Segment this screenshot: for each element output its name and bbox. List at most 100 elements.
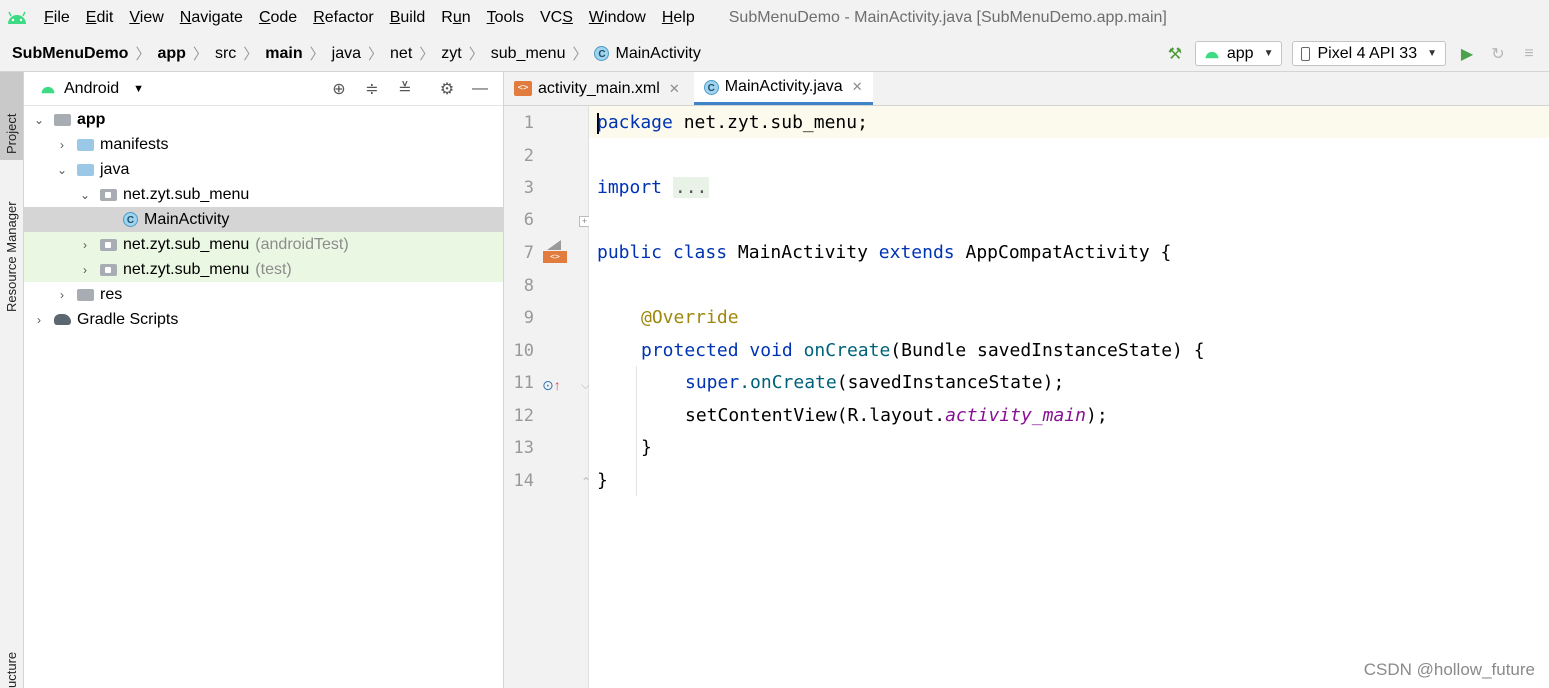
menu-item[interactable]: Navigate bbox=[172, 9, 251, 27]
locate-target-icon[interactable]: ⊕ bbox=[326, 79, 352, 99]
code-editor[interactable]: package net.zyt.sub_menu; import ... pub… bbox=[589, 106, 1549, 688]
line-number: 8 bbox=[523, 276, 534, 296]
run-config-selector[interactable]: app ▼ bbox=[1194, 41, 1283, 66]
menu-item[interactable]: View bbox=[121, 9, 171, 27]
hide-panel-icon[interactable]: — bbox=[467, 80, 493, 98]
menu-item-mnemonic: S bbox=[562, 9, 573, 26]
run-icon[interactable]: ▶ bbox=[1456, 43, 1478, 65]
folder-icon bbox=[77, 163, 94, 176]
code-keyword: class bbox=[672, 242, 728, 263]
tree-item-manifests[interactable]: › manifests bbox=[24, 132, 503, 157]
chevron-right-icon[interactable]: › bbox=[55, 138, 69, 152]
menu-item-mnemonic: E bbox=[85, 9, 97, 26]
chevron-right-icon[interactable]: › bbox=[78, 263, 92, 277]
menu-item[interactable]: Window bbox=[581, 9, 654, 27]
code-text: AppCompatActivity { bbox=[954, 242, 1172, 263]
resource-manager-tool-tab-label: Resource Manager bbox=[4, 201, 19, 312]
tree-item-package-test[interactable]: › net.zyt.sub_menu (test) bbox=[24, 257, 503, 282]
code-annotation: @Override bbox=[641, 307, 739, 328]
project-tree: ⌄ app › manifests ⌄ java ⌄ net.zyt.sub_m… bbox=[24, 106, 503, 332]
related-layout-icon[interactable]: <> bbox=[543, 240, 567, 264]
menu-item[interactable]: Build bbox=[382, 9, 434, 27]
breadcrumb-separator: 〉 bbox=[309, 46, 325, 63]
tree-item-gradle-scripts[interactable]: › Gradle Scripts bbox=[24, 307, 503, 332]
menu-item[interactable]: VCS bbox=[532, 9, 581, 27]
tree-item-app[interactable]: ⌄ app bbox=[24, 107, 503, 132]
breadcrumb-net[interactable]: net bbox=[390, 45, 412, 63]
menu-item-text: elp bbox=[673, 9, 695, 26]
tree-item-package-android-test[interactable]: › net.zyt.sub_menu (androidTest) bbox=[24, 232, 503, 257]
navigation-bar: SubMenuDemo 〉 app 〉 src 〉 main 〉 java 〉 net 〉 … bbox=[0, 36, 1549, 72]
menu-item[interactable]: Refactor bbox=[305, 9, 381, 27]
code-keyword: protected bbox=[641, 340, 739, 361]
apply-code-changes-icon[interactable]: ≡ bbox=[1518, 43, 1540, 65]
line-number: 1 bbox=[523, 113, 534, 133]
breadcrumb-zyt[interactable]: zyt bbox=[441, 45, 461, 63]
tab-activity-main-xml[interactable]: <> activity_main.xml ✕ bbox=[504, 72, 690, 105]
window-title: SubMenuDemo - MainActivity.java [SubMenu… bbox=[728, 9, 1167, 26]
chevron-down-icon[interactable]: ⌄ bbox=[32, 113, 46, 127]
tree-item-java[interactable]: ⌄ java bbox=[24, 157, 503, 182]
breadcrumb-main[interactable]: main bbox=[265, 45, 302, 63]
structure-tool-tab[interactable]: ucture bbox=[0, 644, 23, 688]
project-tool-tab-label: Project bbox=[4, 113, 19, 154]
tree-item-main-activity[interactable]: C MainActivity bbox=[24, 207, 503, 232]
breadcrumb-java[interactable]: java bbox=[332, 45, 361, 63]
chevron-down-icon[interactable]: ⌄ bbox=[55, 163, 69, 177]
tree-item-suffix: (test) bbox=[255, 260, 292, 278]
code-text: } bbox=[597, 470, 608, 491]
code-keyword: import bbox=[597, 177, 663, 198]
project-tool-tab[interactable]: Project bbox=[0, 72, 23, 160]
close-icon[interactable]: ✕ bbox=[669, 81, 680, 97]
breadcrumb-module[interactable]: app bbox=[157, 45, 185, 63]
tree-item-label: net.zyt.sub_menu bbox=[123, 260, 250, 278]
apply-changes-icon[interactable]: ↻ bbox=[1487, 43, 1509, 65]
line-number: 11 bbox=[513, 373, 534, 393]
package-icon bbox=[100, 263, 117, 276]
menu-item-mnemonic: W bbox=[588, 9, 605, 26]
left-tool-stripe: Project Resource Manager ucture bbox=[0, 72, 24, 688]
collapse-all-icon[interactable]: ≚ bbox=[392, 79, 418, 99]
tab-main-activity-java[interactable]: C MainActivity.java ✕ bbox=[693, 72, 873, 105]
close-icon[interactable]: ✕ bbox=[852, 79, 863, 95]
class-icon: C bbox=[594, 46, 610, 61]
tree-item-suffix: (androidTest) bbox=[255, 235, 349, 253]
project-view-mode[interactable]: Android bbox=[64, 80, 119, 98]
breadcrumb-main-activity[interactable]: C MainActivity bbox=[594, 44, 701, 63]
chevron-right-icon[interactable]: › bbox=[32, 313, 46, 327]
tree-item-package-main[interactable]: ⌄ net.zyt.sub_menu bbox=[24, 182, 503, 207]
editor-gutter: 1 2 3 6 7 8 9 10 11 12 13 14 + <> ⊙↑ ⌵ ⌃ bbox=[504, 106, 591, 688]
breadcrumb-sub-menu[interactable]: sub_menu bbox=[491, 45, 566, 63]
menu-item-text: ools bbox=[494, 9, 524, 26]
expand-all-icon[interactable]: ≑ bbox=[359, 79, 385, 99]
menu-item[interactable]: File bbox=[36, 9, 78, 27]
menu-item[interactable]: Edit bbox=[78, 9, 122, 27]
build-hammer-icon[interactable]: ⚒ bbox=[1164, 43, 1186, 65]
resource-manager-tool-tab[interactable]: Resource Manager bbox=[0, 172, 23, 312]
line-number: 7 bbox=[523, 243, 534, 263]
breadcrumb-separator: 〉 bbox=[135, 46, 151, 63]
tree-item-res[interactable]: › res bbox=[24, 282, 503, 307]
gear-icon[interactable]: ⚙ bbox=[434, 79, 460, 99]
chevron-right-icon[interactable]: › bbox=[55, 288, 69, 302]
chevron-down-icon[interactable]: ▼ bbox=[133, 83, 144, 95]
menu-item[interactable]: Tools bbox=[479, 9, 532, 27]
project-panel: Android ▼ ⊕ ≑ ≚ ⚙ — ⌄ app › manifests ⌄ … bbox=[24, 72, 504, 688]
menu-item[interactable]: Help bbox=[654, 9, 703, 27]
breadcrumb-project[interactable]: SubMenuDemo bbox=[12, 45, 128, 63]
breadcrumb-src[interactable]: src bbox=[215, 45, 236, 63]
overrides-method-icon[interactable]: ⊙↑ bbox=[542, 377, 561, 394]
menu-item-mnemonic: V bbox=[129, 9, 140, 26]
code-keyword: void bbox=[749, 340, 793, 361]
line-number: 2 bbox=[523, 146, 534, 166]
chevron-right-icon[interactable]: › bbox=[78, 238, 92, 252]
breadcrumb-main-activity-label: MainActivity bbox=[615, 44, 701, 62]
device-selector[interactable]: Pixel 4 API 33 ▼ bbox=[1292, 41, 1446, 66]
chevron-down-icon[interactable]: ⌄ bbox=[78, 188, 92, 202]
folded-imports[interactable]: ... bbox=[672, 177, 710, 198]
menu-item[interactable]: Code bbox=[251, 9, 305, 27]
run-config-label: app bbox=[1226, 44, 1254, 62]
code-keyword: extends bbox=[878, 242, 955, 263]
menu-item[interactable]: Run bbox=[433, 9, 478, 27]
line-number: 14 bbox=[513, 471, 534, 491]
